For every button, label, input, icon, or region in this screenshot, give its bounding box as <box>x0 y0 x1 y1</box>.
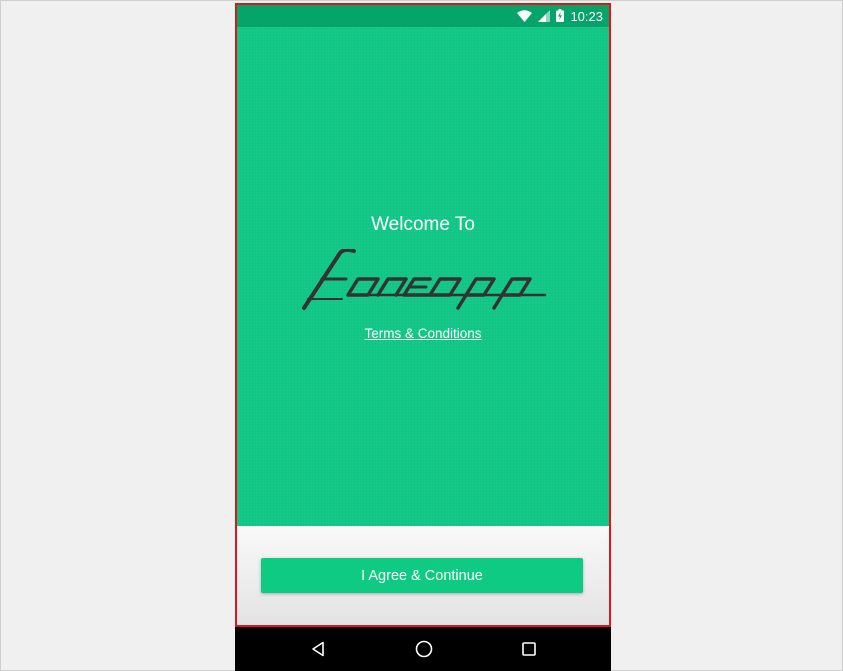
back-icon[interactable] <box>306 637 330 661</box>
app-screen: 10:23 Welcome To Terms & Conditions I Ag… <box>235 3 611 627</box>
home-icon[interactable] <box>412 637 436 661</box>
android-nav-bar <box>235 627 611 671</box>
footer-panel: I Agree & Continue <box>237 526 609 625</box>
status-bar: 10:23 <box>237 5 609 27</box>
status-icons: 10:23 <box>517 5 603 27</box>
device: 10:23 Welcome To Terms & Conditions I Ag… <box>235 3 611 671</box>
signal-icon <box>538 7 551 26</box>
welcome-hero: Welcome To Terms & Conditions <box>237 27 609 526</box>
status-time: 10:23 <box>570 8 603 24</box>
terms-and-conditions-link[interactable]: Terms & Conditions <box>237 326 609 341</box>
battery-charging-icon <box>556 7 565 26</box>
wifi-icon <box>517 7 533 26</box>
recents-icon[interactable] <box>517 637 541 661</box>
foneapp-logo <box>302 247 547 313</box>
welcome-heading: Welcome To <box>371 214 475 235</box>
agree-continue-button[interactable]: I Agree & Continue <box>261 558 583 593</box>
